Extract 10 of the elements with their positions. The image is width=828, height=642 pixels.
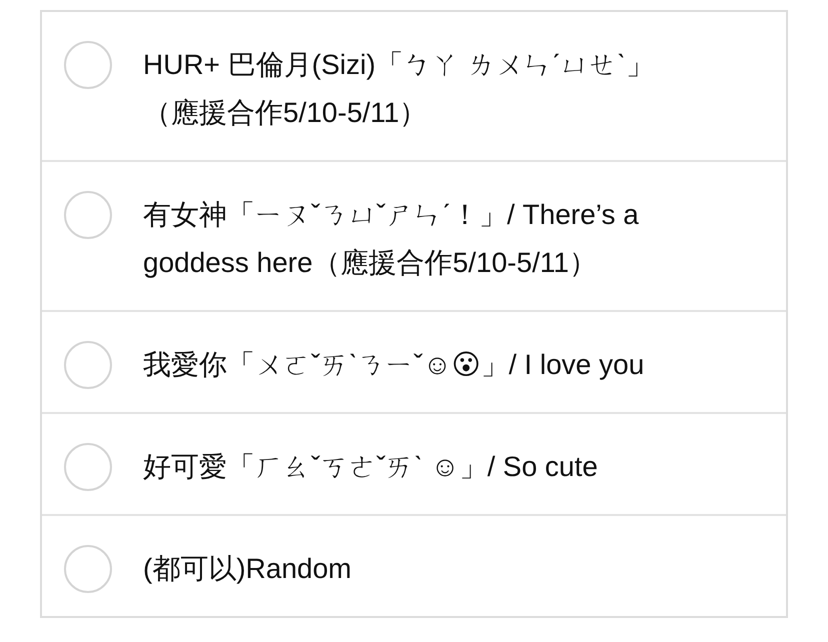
option-label[interactable]: 我愛你「ㄨㄛˇㄞˋㄋㄧˇ☺😮」/ I love you [143,341,644,389]
option-label[interactable]: HUR+ 巴倫月(Sizi)「ㄅㄚ ㄌㄨㄣˊㄩㄝˋ」（應援合作5/10-5/11） [143,41,706,137]
radio-button[interactable] [64,41,112,89]
radio-button[interactable] [64,443,112,491]
radio-button[interactable] [64,341,112,389]
option-label[interactable]: 好可愛「ㄏㄠˇㄎㄜˇㄞˋ ☺」/ So cute [143,443,598,491]
radio-button[interactable] [64,545,112,593]
option-label[interactable]: 有女神「ㄧㄡˇㄋㄩˇㄕㄣˊ！」/ There’s a goddess here（應援合作5/10-5/11） [143,191,706,287]
radio-button[interactable] [64,191,112,239]
option-label[interactable]: (都可以)Random [143,545,352,593]
